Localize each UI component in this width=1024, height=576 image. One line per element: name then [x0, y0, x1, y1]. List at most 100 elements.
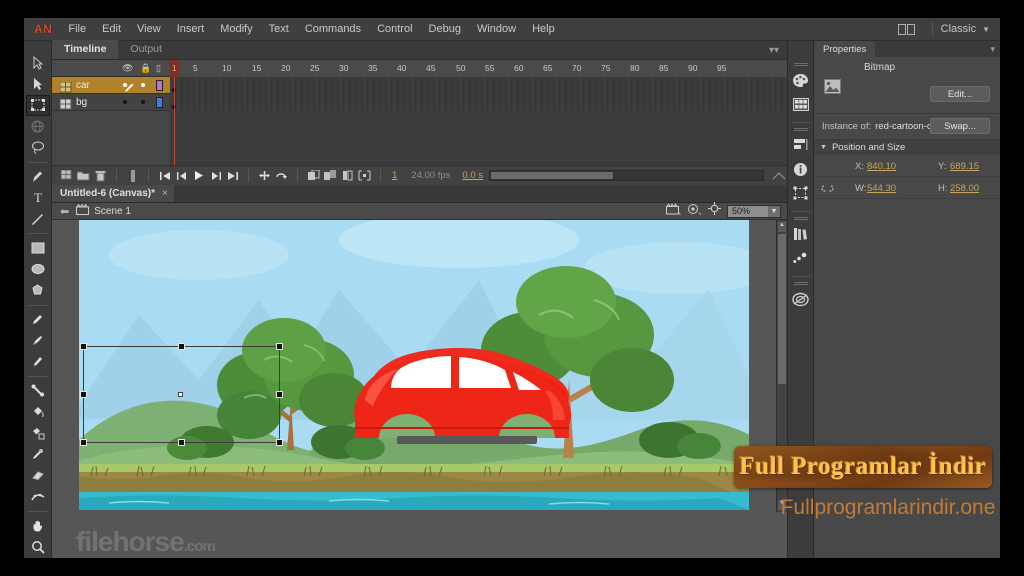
transform-handle-tc[interactable]: [178, 343, 185, 350]
menu-item-view[interactable]: View: [129, 19, 169, 39]
goto-last-frame-button[interactable]: [224, 168, 241, 184]
dock-grip-2[interactable]: [793, 128, 808, 132]
free-transform-icon[interactable]: [25, 95, 50, 116]
current-frame-value[interactable]: 1: [392, 170, 397, 181]
scene-name[interactable]: Scene 1: [94, 206, 131, 217]
edit-symbols-icon[interactable]: [687, 202, 702, 220]
snap-to-objects-icon[interactable]: [708, 202, 721, 220]
subselection-arrow-icon[interactable]: [26, 74, 50, 94]
center-frame-icon[interactable]: [256, 168, 273, 184]
position-and-size-header[interactable]: ▼ Position and Size: [814, 140, 1000, 155]
pencil-icon[interactable]: [26, 309, 50, 329]
menu-item-help[interactable]: Help: [524, 19, 563, 39]
workspace-name[interactable]: Classic: [941, 23, 976, 35]
code-snippets-icon[interactable]: [790, 288, 812, 310]
transform-handle-br[interactable]: [276, 439, 283, 446]
menu-item-insert[interactable]: Insert: [169, 19, 213, 39]
align-icon[interactable]: [790, 134, 812, 156]
stage-scrollbar-thumb[interactable]: [778, 234, 786, 384]
layer-visibility-dot[interactable]: [123, 82, 127, 87]
goto-first-frame-button[interactable]: [156, 168, 173, 184]
edit-button[interactable]: Edit...: [930, 86, 990, 102]
lock-aspect-ratio-icon[interactable]: [820, 182, 835, 200]
chevron-down-icon[interactable]: ▼: [820, 144, 827, 151]
registration-point[interactable]: [178, 392, 183, 397]
pen-icon[interactable]: [26, 167, 50, 187]
eye-icon[interactable]: 👁: [122, 63, 133, 74]
zoom-icon[interactable]: [26, 537, 50, 557]
h-value[interactable]: 258.00: [950, 183, 979, 194]
polystar-icon[interactable]: [26, 280, 50, 300]
eraser-icon[interactable]: [26, 465, 50, 485]
layer-name[interactable]: bg: [76, 97, 87, 108]
eyedropper-icon[interactable]: [26, 444, 50, 464]
transform-handle-bc[interactable]: [178, 439, 185, 446]
menu-item-debug[interactable]: Debug: [421, 19, 469, 39]
bone-icon[interactable]: [26, 381, 50, 401]
panel-menu-icon[interactable]: ▾▾: [769, 45, 787, 56]
rectangle-icon[interactable]: [26, 238, 50, 258]
fps-value[interactable]: 24.00 fps: [411, 170, 450, 181]
tab-properties[interactable]: Properties: [814, 41, 876, 57]
color-palette-icon[interactable]: [790, 69, 812, 91]
layer-lock-dot[interactable]: [141, 99, 145, 104]
chevron-down-icon[interactable]: ▼: [768, 205, 780, 217]
loop-icon[interactable]: [273, 168, 290, 184]
timeline-frames-car[interactable]: [170, 76, 787, 94]
menu-item-file[interactable]: File: [60, 19, 94, 39]
paint-bucket-icon[interactable]: [26, 402, 50, 422]
panel-menu-icon[interactable]: ▾: [990, 44, 1000, 55]
oval-icon[interactable]: [26, 259, 50, 279]
menu-item-window[interactable]: Window: [469, 19, 524, 39]
back-arrow-icon[interactable]: ⬅: [60, 205, 69, 218]
3d-rotation-icon[interactable]: [26, 117, 50, 137]
chevron-down-icon[interactable]: ▼: [982, 25, 990, 34]
zoom-level-select[interactable]: 50% ▼: [727, 204, 781, 218]
timeline-layer-row-car[interactable]: car: [52, 76, 787, 94]
transform-handle-ml[interactable]: [80, 391, 87, 398]
x-value[interactable]: 840.10: [867, 161, 896, 172]
timeline-ruler[interactable]: 1 5 10 15 20 25 30 35 40 45 50 55 60 65 …: [170, 59, 787, 77]
lasso-icon[interactable]: [26, 138, 50, 158]
workspace-switch-icon[interactable]: [896, 22, 918, 36]
close-icon[interactable]: ×: [162, 188, 168, 199]
tab-output[interactable]: Output: [118, 40, 174, 59]
layer-outline-chip[interactable]: [156, 79, 163, 91]
info-icon[interactable]: [790, 158, 812, 180]
transform-handle-mr[interactable]: [276, 391, 283, 398]
motion-presets-icon[interactable]: [790, 247, 812, 269]
menu-item-edit[interactable]: Edit: [94, 19, 129, 39]
play-button[interactable]: [190, 168, 207, 184]
new-layer-icon[interactable]: [58, 168, 75, 184]
dock-grip-4[interactable]: [793, 282, 808, 286]
paint-brush-icon[interactable]: [26, 352, 50, 372]
tab-timeline[interactable]: Timeline: [52, 40, 119, 59]
y-value[interactable]: 689.15: [950, 161, 979, 172]
timeline-resize-icon[interactable]: [770, 168, 787, 184]
layer-outline-chip[interactable]: [156, 96, 163, 108]
transform-handle-bl[interactable]: [80, 439, 87, 446]
timeline-scrollbar[interactable]: [489, 170, 764, 181]
library-icon[interactable]: [790, 223, 812, 245]
layer-name[interactable]: car: [76, 80, 90, 91]
stage-canvas[interactable]: [79, 220, 749, 510]
delete-layer-icon[interactable]: [92, 168, 109, 184]
timeline-layer-row-bg[interactable]: bg: [52, 93, 787, 111]
step-back-button[interactable]: [173, 168, 190, 184]
timeline-scrollbar-thumb[interactable]: [491, 172, 613, 179]
transform-icon[interactable]: [790, 182, 812, 204]
line-icon[interactable]: [26, 209, 50, 229]
layer-lock-dot[interactable]: [141, 82, 145, 87]
width-icon[interactable]: [26, 487, 50, 507]
edit-multiple-frames-icon[interactable]: [322, 168, 339, 184]
timeline-frames-bg[interactable]: [170, 93, 787, 111]
frame-selection-icon[interactable]: [356, 168, 373, 184]
menu-item-modify[interactable]: Modify: [212, 19, 260, 39]
ink-bottle-icon[interactable]: [26, 423, 50, 443]
swatches-icon[interactable]: [790, 93, 812, 115]
dock-grip[interactable]: [793, 63, 808, 67]
onion-skin-outlines-icon[interactable]: [305, 168, 322, 184]
menu-item-control[interactable]: Control: [369, 19, 420, 39]
onion-skin-icon[interactable]: [124, 168, 141, 184]
selection-arrow-icon[interactable]: [26, 53, 50, 73]
